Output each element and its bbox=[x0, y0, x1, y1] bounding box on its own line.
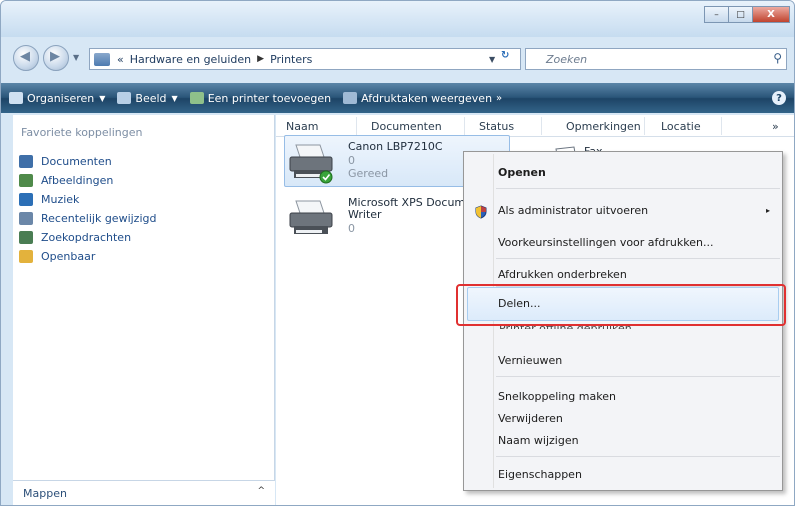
add-printer-label: Een printer toevoegen bbox=[207, 91, 332, 105]
submenu-arrow-icon: ▸ bbox=[765, 206, 770, 215]
search-placeholder: Zoeken bbox=[546, 53, 588, 66]
view-button[interactable]: Beeld ▼ bbox=[117, 91, 178, 105]
public-icon bbox=[19, 250, 33, 263]
music-icon bbox=[19, 193, 33, 206]
back-arrow-icon: ◀ bbox=[20, 49, 30, 64]
pictures-icon bbox=[19, 174, 33, 187]
menu-item-rename[interactable]: Naam wijzigen bbox=[498, 434, 579, 447]
print-queue-icon bbox=[343, 92, 358, 104]
organize-icon bbox=[9, 92, 23, 104]
fav-item-label: Afbeeldingen bbox=[41, 174, 114, 187]
fav-item-label: Zoekopdrachten bbox=[41, 231, 132, 244]
back-button[interactable]: ◀ bbox=[13, 45, 39, 71]
chevron-down-icon: ▼ bbox=[171, 93, 178, 103]
print-jobs-button[interactable]: Afdruktaken weergeven » bbox=[343, 92, 502, 105]
searches-icon bbox=[19, 231, 33, 244]
printer-status: Gereed bbox=[348, 167, 389, 180]
column-header-row: Naam Documenten Status Opmerkingen Locat… bbox=[276, 115, 794, 137]
menu-item-refresh[interactable]: Vernieuwen bbox=[498, 354, 562, 367]
breadcrumb-separator-icon[interactable]: ▶ bbox=[257, 54, 264, 64]
menu-separator bbox=[496, 456, 780, 457]
fav-item-pictures[interactable]: Afbeeldingen bbox=[19, 171, 156, 190]
organize-label: Organiseren bbox=[27, 91, 95, 105]
recent-icon bbox=[19, 212, 33, 225]
menu-item-run-as-admin[interactable]: Als administrator uitvoeren bbox=[498, 204, 648, 217]
fav-item-label: Recentelijk gewijzigd bbox=[41, 212, 157, 225]
printer-doc-count: 0 bbox=[348, 154, 355, 167]
maximize-button[interactable]: □ bbox=[728, 6, 753, 23]
menu-item-delete[interactable]: Verwijderen bbox=[498, 412, 563, 425]
organize-button[interactable]: Organiseren ▼ bbox=[9, 92, 105, 105]
printer-name-line2: Writer bbox=[348, 208, 382, 221]
address-row: ◀ ▶ ▼ « Hardware en geluiden ▶ Printers … bbox=[1, 41, 794, 77]
menu-item-properties[interactable]: Eigenschappen bbox=[498, 468, 582, 481]
add-printer-icon bbox=[189, 92, 204, 104]
fav-item-label: Muziek bbox=[41, 193, 80, 206]
recent-pages-dropdown-icon[interactable]: ▼ bbox=[73, 53, 79, 62]
column-status[interactable]: Status bbox=[479, 120, 514, 133]
printer-icon bbox=[289, 200, 333, 234]
uac-shield-icon bbox=[475, 205, 487, 219]
fav-item-label: Openbaar bbox=[41, 250, 96, 263]
title-bar: – □ X bbox=[1, 1, 794, 37]
breadcrumb-hardware[interactable]: Hardware en geluiden bbox=[130, 53, 251, 66]
column-name[interactable]: Naam bbox=[286, 120, 318, 133]
breadcrumb-printers[interactable]: Printers bbox=[270, 53, 312, 66]
column-divider[interactable] bbox=[721, 117, 722, 135]
column-divider[interactable] bbox=[356, 117, 357, 135]
menu-separator bbox=[496, 188, 780, 189]
fav-item-label: Documenten bbox=[41, 155, 112, 168]
menu-item-print-prefs[interactable]: Voorkeursinstellingen voor afdrukken... bbox=[498, 236, 713, 249]
menu-item-pause[interactable]: Afdrukken onderbreken bbox=[498, 268, 627, 281]
documents-icon bbox=[19, 155, 33, 168]
fav-item-searches[interactable]: Zoekopdrachten bbox=[19, 228, 156, 247]
printer-name: Canon LBP7210C bbox=[348, 140, 443, 153]
column-divider[interactable] bbox=[464, 117, 465, 135]
view-icon bbox=[117, 92, 132, 104]
chevron-up-icon: ^ bbox=[257, 486, 265, 496]
chevron-down-icon: ▼ bbox=[99, 93, 106, 103]
fav-item-public[interactable]: Openbaar bbox=[19, 247, 156, 266]
printer-doc-count: 0 bbox=[348, 222, 355, 235]
address-dropdown-icon[interactable]: ▼ bbox=[489, 55, 495, 64]
favorites-list: Documenten Afbeeldingen Muziek Recenteli… bbox=[19, 152, 156, 266]
control-panel-icon bbox=[94, 52, 110, 66]
folders-toggle[interactable]: Mappen ^ bbox=[13, 480, 275, 505]
favorites-heading: Favoriete koppelingen bbox=[21, 126, 143, 139]
menu-separator bbox=[496, 376, 780, 377]
menu-item-open[interactable]: Openen bbox=[498, 166, 546, 179]
minimize-button[interactable]: – bbox=[704, 6, 729, 23]
column-divider[interactable] bbox=[644, 117, 645, 135]
folders-label: Mappen bbox=[23, 487, 67, 500]
printer-icon bbox=[289, 144, 333, 184]
help-icon[interactable]: ? bbox=[772, 91, 786, 105]
forward-button[interactable]: ▶ bbox=[43, 45, 69, 71]
menu-separator bbox=[496, 258, 780, 259]
command-bar: Organiseren ▼ Beeld ▼ Een printer toevoe… bbox=[1, 83, 794, 113]
add-printer-button[interactable]: Een printer toevoegen bbox=[189, 91, 332, 105]
menu-item-create-shortcut[interactable]: Snelkoppeling maken bbox=[498, 390, 616, 403]
highlight-annotation-box bbox=[456, 284, 786, 326]
view-label: Beeld bbox=[135, 91, 167, 105]
fav-item-documents[interactable]: Documenten bbox=[19, 152, 156, 171]
fav-item-recent[interactable]: Recentelijk gewijzigd bbox=[19, 209, 156, 228]
column-documents[interactable]: Documenten bbox=[371, 120, 442, 133]
navigation-pane: Favoriete koppelingen Documenten Afbeeld… bbox=[13, 115, 275, 505]
address-bar[interactable]: « Hardware en geluiden ▶ Printers bbox=[89, 48, 521, 70]
column-location[interactable]: Locatie bbox=[661, 120, 701, 133]
refresh-icon[interactable]: ↻ bbox=[501, 50, 519, 66]
column-divider[interactable] bbox=[541, 117, 542, 135]
more-columns-icon[interactable]: » bbox=[772, 120, 779, 133]
fav-item-music[interactable]: Muziek bbox=[19, 190, 156, 209]
window-controls: – □ X bbox=[704, 6, 790, 23]
explorer-window: – □ X ◀ ▶ ▼ « Hardware en geluiden ▶ Pri… bbox=[0, 0, 795, 506]
more-commands-icon[interactable]: » bbox=[496, 93, 502, 104]
breadcrumb-prefix[interactable]: « bbox=[117, 53, 124, 66]
close-button[interactable]: X bbox=[752, 6, 790, 23]
search-box[interactable]: Zoeken ⚲ bbox=[525, 48, 787, 70]
print-jobs-label: Afdruktaken weergeven bbox=[361, 91, 493, 105]
column-remarks[interactable]: Opmerkingen bbox=[566, 120, 641, 133]
forward-arrow-icon: ▶ bbox=[50, 49, 60, 64]
search-icon[interactable]: ⚲ bbox=[773, 51, 782, 65]
